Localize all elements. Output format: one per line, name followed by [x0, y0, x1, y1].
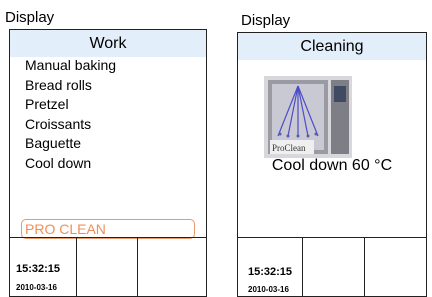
status-bar-divider-2	[364, 237, 365, 296]
screen-header-cleaning: Cleaning	[238, 33, 426, 60]
menu-item-croissants[interactable]: Croissants	[25, 115, 116, 135]
proclean-logo-text: ProClean	[272, 143, 306, 153]
left-display-frame: Work Manual baking Bread rolls Pretzel C…	[9, 29, 207, 297]
combi-oven-image: ProClean	[264, 76, 352, 158]
clock-date: 2010-03-16	[248, 285, 289, 294]
cooling-status: Cool down 60 °C	[271, 157, 393, 174]
clock-date: 2010-03-16	[16, 283, 57, 292]
menu-item-pro-clean-selected[interactable]: PRO CLEAN	[21, 219, 195, 239]
status-bar-divider-1	[302, 237, 303, 296]
program-menu: Manual baking Bread rolls Pretzel Croiss…	[21, 56, 195, 239]
menu-item-pretzel[interactable]: Pretzel	[25, 95, 116, 115]
menu-item-cool-down[interactable]: Cool down	[25, 154, 116, 174]
right-display-frame: Cleaning ProClean Cool down 60 °C 15:32:…	[237, 32, 427, 297]
right-display-label: Display	[241, 12, 291, 29]
status-bar-divider	[238, 237, 426, 238]
left-display-label: Display	[5, 9, 55, 26]
status-bar-divider-2	[137, 237, 138, 296]
menu-item-baguette[interactable]: Baguette	[25, 134, 116, 154]
screen-header-work: Work	[10, 30, 206, 57]
status-bar-divider-1	[76, 237, 77, 296]
status-bar-divider	[10, 237, 206, 238]
menu-item-manual-baking[interactable]: Manual baking	[25, 56, 116, 76]
clock-time: 15:32:15	[16, 263, 61, 275]
menu-item-bread-rolls[interactable]: Bread rolls	[25, 76, 116, 96]
clock-time: 15:32:15	[248, 266, 293, 278]
